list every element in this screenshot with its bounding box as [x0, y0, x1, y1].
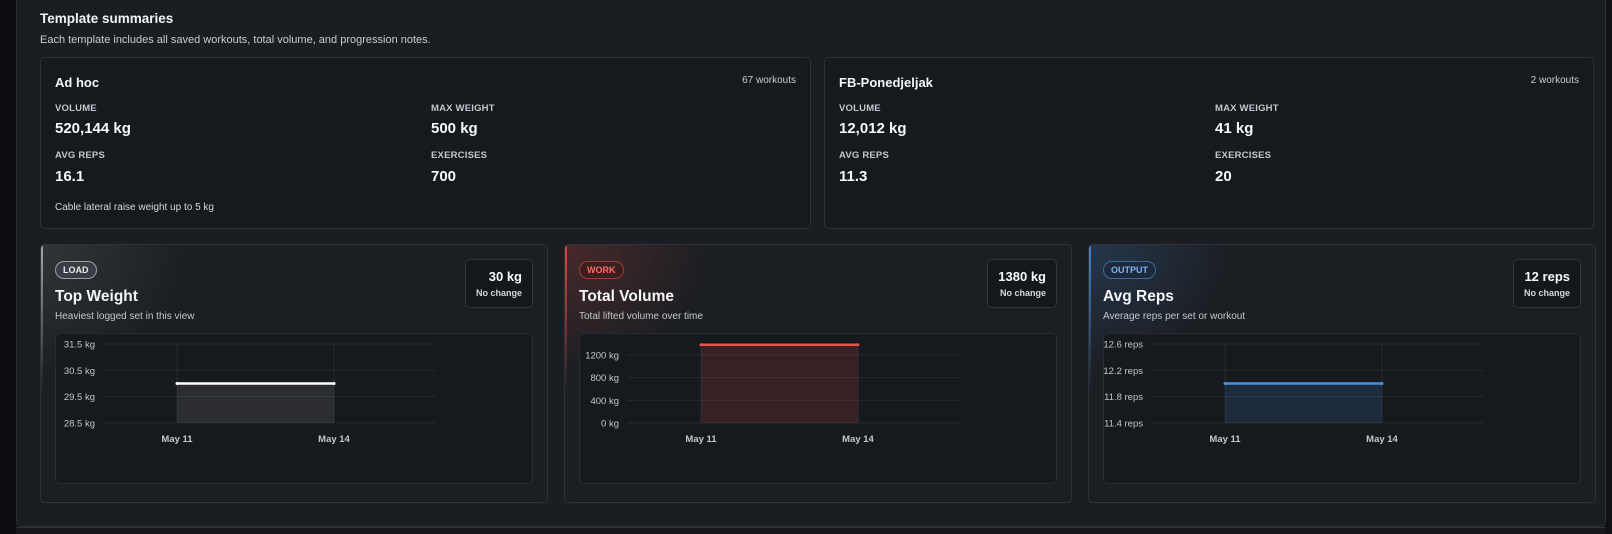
avg-reps-label: AVG REPS [55, 150, 105, 161]
metric-value-box: 12 reps No change [1512, 259, 1581, 308]
area-fill [1225, 383, 1382, 423]
left-rail [0, 0, 16, 534]
data-point [856, 343, 860, 347]
max-weight-value: 500 kg [431, 120, 478, 137]
exercises-label: EXERCISES [1215, 150, 1272, 161]
y-tick-label: 12.2 reps [1104, 366, 1143, 377]
volume-label: VOLUME [839, 103, 881, 114]
area-fill [177, 383, 334, 423]
metric-description: Heaviest logged set in this view [55, 311, 195, 322]
workout-count: 67 workouts [742, 75, 796, 86]
data-point [1380, 382, 1384, 385]
y-tick-label: 1200 kg [585, 351, 619, 362]
max-weight-label: MAX WEIGHT [1215, 103, 1279, 114]
section-title: Template summaries [40, 11, 174, 26]
x-tick-label: May 14 [318, 434, 350, 445]
x-tick-label: May 11 [161, 434, 193, 445]
next-panel-edge [16, 527, 1606, 534]
data-point [1223, 382, 1227, 385]
workout-count: 2 workouts [1530, 75, 1579, 86]
metric-title: Top Weight [55, 288, 138, 305]
avg-reps-value: 11.3 [839, 168, 868, 185]
data-point [699, 343, 703, 347]
y-tick-label: 30.5 kg [64, 366, 95, 377]
max-weight-value: 41 kg [1215, 120, 1254, 137]
y-tick-label: 11.8 reps [1104, 392, 1143, 403]
volume-label: VOLUME [55, 103, 97, 114]
top-weight-chart: 28.5 kg 29.5 kg 30.5 kg 31.5 kg May 11 May 14 [55, 333, 533, 484]
metric-card-avg-reps[interactable]: OUTPUT Avg Reps Average reps per set or … [1088, 244, 1596, 503]
x-tick-label: May 14 [1366, 434, 1398, 445]
data-point [332, 382, 336, 385]
y-tick-label: 400 kg [590, 396, 619, 407]
volume-value: 520,144 kg [55, 120, 131, 137]
load-badge: LOAD [55, 261, 97, 279]
output-badge: OUTPUT [1103, 261, 1156, 279]
metric-value-box: 1380 kg No change [987, 259, 1057, 308]
metric-value: 1380 kg [998, 269, 1046, 284]
template-name: Ad hoc [55, 75, 100, 90]
card-accent-edge [41, 245, 43, 395]
x-tick-label: May 11 [1209, 434, 1241, 445]
metric-card-total-volume[interactable]: WORK Total Volume Total lifted volume ov… [564, 244, 1072, 503]
template-card-fb-ponedjeljak[interactable]: FB-Ponedjeljak 2 workouts VOLUME 12,012 … [824, 57, 1594, 229]
y-tick-label: 28.5 kg [64, 419, 95, 430]
total-volume-chart-svg: 0 kg 400 kg 800 kg 1200 kg May 11 May 14 [585, 343, 960, 445]
avg-reps-label: AVG REPS [839, 150, 889, 161]
max-weight-label: MAX WEIGHT [431, 103, 495, 114]
metric-title: Total Volume [579, 288, 675, 305]
card-accent-edge [1089, 245, 1091, 395]
y-tick-label: 800 kg [590, 373, 619, 384]
total-volume-chart: 0 kg 400 kg 800 kg 1200 kg May 11 May 14 [579, 333, 1057, 484]
y-tick-label: 0 kg [601, 419, 619, 430]
exercises-value: 20 [1215, 168, 1232, 185]
metric-change: No change [1523, 288, 1570, 298]
progression-note: Cable lateral raise weight up to 5 kg [55, 202, 214, 213]
template-name: FB-Ponedjeljak [839, 75, 933, 90]
metric-value: 12 reps [1524, 269, 1570, 284]
top-weight-chart-svg: 28.5 kg 29.5 kg 30.5 kg 31.5 kg May 11 May 14 [64, 340, 436, 445]
x-tick-label: May 14 [842, 434, 874, 445]
metric-change: No change [475, 288, 522, 298]
avg-reps-chart-svg: 11.4 reps 11.8 reps 12.2 reps 12.6 reps May … [1104, 340, 1484, 445]
metric-value: 30 kg [488, 269, 522, 284]
avg-reps-chart: 11.4 reps 11.8 reps 12.2 reps 12.6 reps May … [1103, 333, 1581, 484]
metric-title: Avg Reps [1103, 288, 1174, 305]
y-tick-label: 11.4 reps [1104, 419, 1143, 430]
data-point [175, 382, 179, 385]
x-tick-label: May 11 [685, 434, 717, 445]
y-tick-label: 31.5 kg [64, 340, 95, 351]
template-card-ad-hoc[interactable]: Ad hoc 67 workouts VOLUME 520,144 kg MAX… [40, 57, 811, 229]
exercises-value: 700 [431, 168, 457, 185]
area-fill [701, 344, 858, 423]
avg-reps-value: 16.1 [55, 168, 85, 185]
work-badge: WORK [579, 261, 624, 279]
y-tick-label: 29.5 kg [64, 392, 95, 403]
metric-description: Average reps per set or workout [1103, 311, 1246, 322]
card-accent-edge [565, 245, 567, 395]
metric-value-box: 30 kg No change [464, 259, 533, 308]
exercises-label: EXERCISES [431, 150, 488, 161]
section-subtitle: Each template includes all saved workout… [40, 34, 431, 46]
metric-card-top-weight[interactable]: LOAD Top Weight Heaviest logged set in t… [40, 244, 548, 503]
template-summaries-panel: Template summaries Each template include… [16, 0, 1606, 527]
metric-description: Total lifted volume over time [579, 311, 703, 322]
y-tick-label: 12.6 reps [1104, 340, 1143, 351]
volume-value: 12,012 kg [839, 120, 907, 137]
metric-change: No change [999, 288, 1046, 298]
